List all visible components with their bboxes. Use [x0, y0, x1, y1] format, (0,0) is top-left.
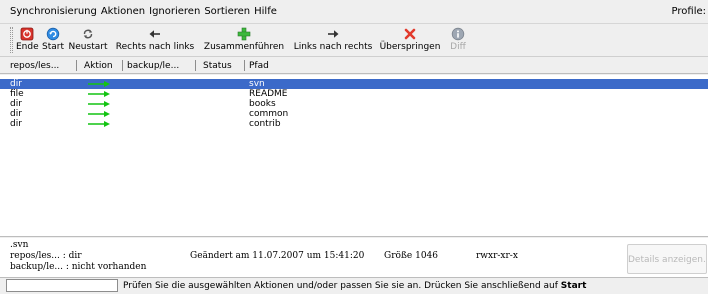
row-type: dir	[10, 119, 22, 129]
row-path: svn	[249, 79, 265, 89]
table-row[interactable]: dir svn	[0, 79, 708, 89]
toolbar-handle[interactable]	[10, 27, 13, 53]
column-header-pfad[interactable]: Pfad	[249, 61, 269, 71]
neustart-button[interactable]: Neustart	[68, 27, 108, 55]
row-path: README	[249, 89, 288, 99]
table-row[interactable]: file README	[0, 89, 708, 99]
restart-icon	[68, 27, 108, 41]
rechts-nach-links-button[interactable]: Rechts nach links	[112, 27, 198, 55]
refresh-start-icon	[42, 27, 64, 41]
arrow-right-icon	[290, 27, 376, 41]
details-pane: .svn repos/les... : dir Geändert am 11.0…	[0, 238, 708, 278]
column-header-repos[interactable]: repos/les...	[10, 61, 59, 71]
menu-synchronisierung[interactable]: Synchronisierung	[10, 6, 97, 17]
table-row[interactable]: dir books	[0, 99, 708, 109]
menu-items: Synchronisierung Aktionen Ignorieren Sor…	[10, 6, 277, 17]
row-type: dir	[10, 109, 22, 119]
arrow-right-icon	[88, 91, 110, 97]
menu-sortieren[interactable]: Sortieren	[204, 6, 250, 17]
skip-x-icon	[378, 27, 442, 41]
details-show-button[interactable]: Details anzeigen...	[627, 244, 707, 274]
details-size: Größe 1046	[384, 251, 439, 261]
column-divider[interactable]	[244, 60, 245, 71]
column-header-aktion[interactable]: Aktion	[84, 61, 113, 71]
row-path: contrib	[249, 119, 281, 129]
links-nach-rechts-button[interactable]: Links nach rechts	[290, 27, 376, 55]
column-divider[interactable]	[76, 60, 77, 71]
row-path: books	[249, 99, 276, 109]
column-divider[interactable]	[195, 60, 196, 71]
ende-button[interactable]: Ende	[16, 27, 39, 55]
details-left-info: repos/les... : dir	[10, 251, 82, 261]
toolbar: Ende Start Neustart Rechts nach links Zu…	[0, 25, 708, 57]
merge-icon	[201, 27, 287, 41]
row-type: dir	[10, 99, 22, 109]
zusammenfuehren-button[interactable]: Zusammenführen	[201, 27, 287, 55]
table-row[interactable]: dir contrib	[0, 119, 708, 129]
table-row[interactable]: dir common	[0, 109, 708, 119]
arrow-right-icon	[88, 81, 110, 87]
row-type: dir	[10, 79, 22, 89]
diff-info-icon	[448, 27, 468, 41]
sync-item-list[interactable]: dir svn file README dir books dir common…	[0, 75, 708, 237]
row-type: file	[10, 89, 24, 99]
menu-aktionen[interactable]: Aktionen	[101, 6, 145, 17]
arrow-right-icon	[88, 101, 110, 107]
table-header: repos/les... Aktion backup/le... Status …	[0, 58, 708, 74]
profile-menu[interactable]: Profile:	[672, 6, 706, 17]
status-bar: Prüfen Sie die ausgewählten Aktionen und…	[0, 279, 708, 294]
ueberspringen-button[interactable]: Überspringen	[378, 27, 442, 55]
column-header-backup[interactable]: backup/le...	[127, 61, 179, 71]
stop-icon	[16, 27, 38, 41]
menu-ignorieren[interactable]: Ignorieren	[149, 6, 200, 17]
start-button[interactable]: Start	[42, 27, 64, 55]
menu-bar: Synchronisierung Aktionen Ignorieren Sor…	[0, 0, 708, 24]
status-message: Prüfen Sie die ausgewählten Aktionen und…	[123, 281, 587, 291]
details-permissions: rwxr-xr-x	[476, 251, 518, 261]
arrow-right-icon	[88, 111, 110, 117]
column-header-status[interactable]: Status	[203, 61, 232, 71]
status-input[interactable]	[6, 279, 118, 292]
menu-hilfe[interactable]: Hilfe	[254, 6, 277, 17]
details-changed: Geändert am 11.07.2007 um 15:41:20	[190, 251, 365, 261]
column-divider[interactable]	[122, 60, 123, 71]
arrow-right-icon	[88, 121, 110, 127]
diff-button[interactable]: Diff	[448, 27, 468, 55]
status-message-bold: Start	[560, 281, 587, 291]
arrow-left-icon	[112, 27, 198, 41]
details-name: .svn	[10, 240, 29, 250]
row-path: common	[249, 109, 289, 119]
details-right-info: backup/le... : nicht vorhanden	[10, 262, 147, 272]
